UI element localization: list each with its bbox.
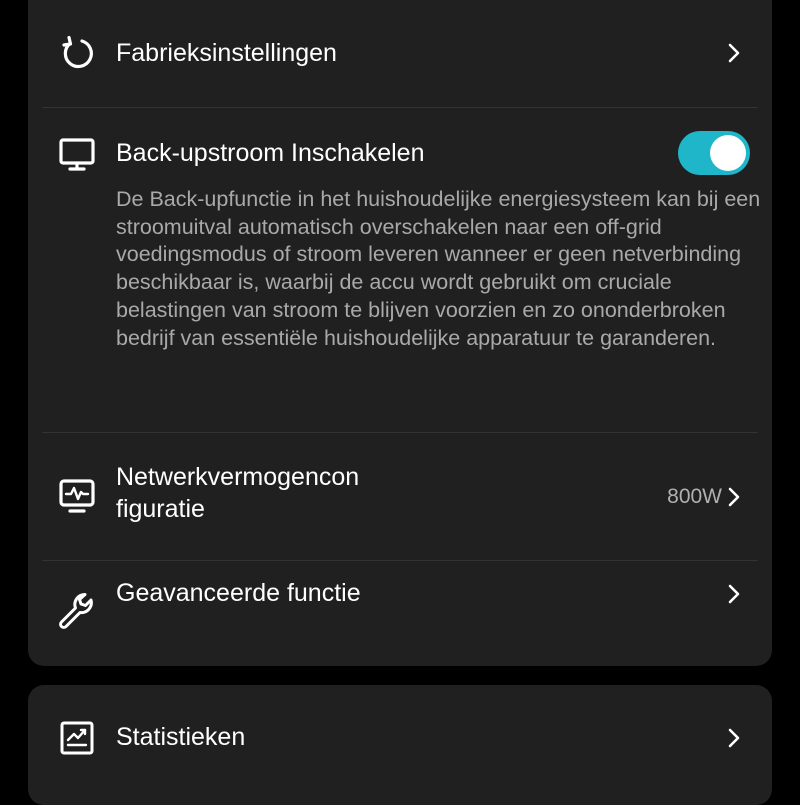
statistics-card: Statistieken xyxy=(28,685,772,805)
refresh-icon xyxy=(58,34,96,72)
backup-power-toggle[interactable] xyxy=(678,131,750,175)
factory-reset-row[interactable]: Fabrieksinstellingen xyxy=(28,0,772,106)
toggle-knob xyxy=(710,135,746,171)
network-power-value: 800W xyxy=(667,485,722,508)
advanced-function-row[interactable]: Geavanceerde functie xyxy=(28,561,772,666)
chevron-right-icon xyxy=(726,727,742,749)
chevron-right-icon xyxy=(726,583,742,605)
chevron-right-icon xyxy=(726,486,742,508)
settings-card: Fabrieksinstellingen Back-upstroom Insch… xyxy=(28,0,772,666)
statistics-label: Statistieken xyxy=(116,723,246,751)
network-power-row[interactable]: Netwerkvermogencon figuratie 800W xyxy=(28,433,772,560)
backup-power-description: De Back-upfunctie in het huishoudelijke … xyxy=(116,187,761,350)
factory-reset-label: Fabrieksinstellingen xyxy=(116,39,337,67)
chevron-right-icon xyxy=(726,42,742,64)
wrench-icon xyxy=(58,593,96,631)
network-power-label-line2: figuratie xyxy=(116,495,205,523)
pulse-monitor-icon xyxy=(58,477,96,515)
statistics-row[interactable]: Statistieken xyxy=(28,685,772,790)
advanced-function-label: Geavanceerde functie xyxy=(116,579,361,607)
network-power-label-line1: Netwerkvermogencon xyxy=(116,463,360,491)
backup-power-row: Back-upstroom Inschakelen De Back-upfunc… xyxy=(28,108,772,432)
monitor-icon xyxy=(58,136,96,174)
chart-icon xyxy=(58,719,96,757)
backup-power-label: Back-upstroom Inschakelen xyxy=(116,139,425,167)
